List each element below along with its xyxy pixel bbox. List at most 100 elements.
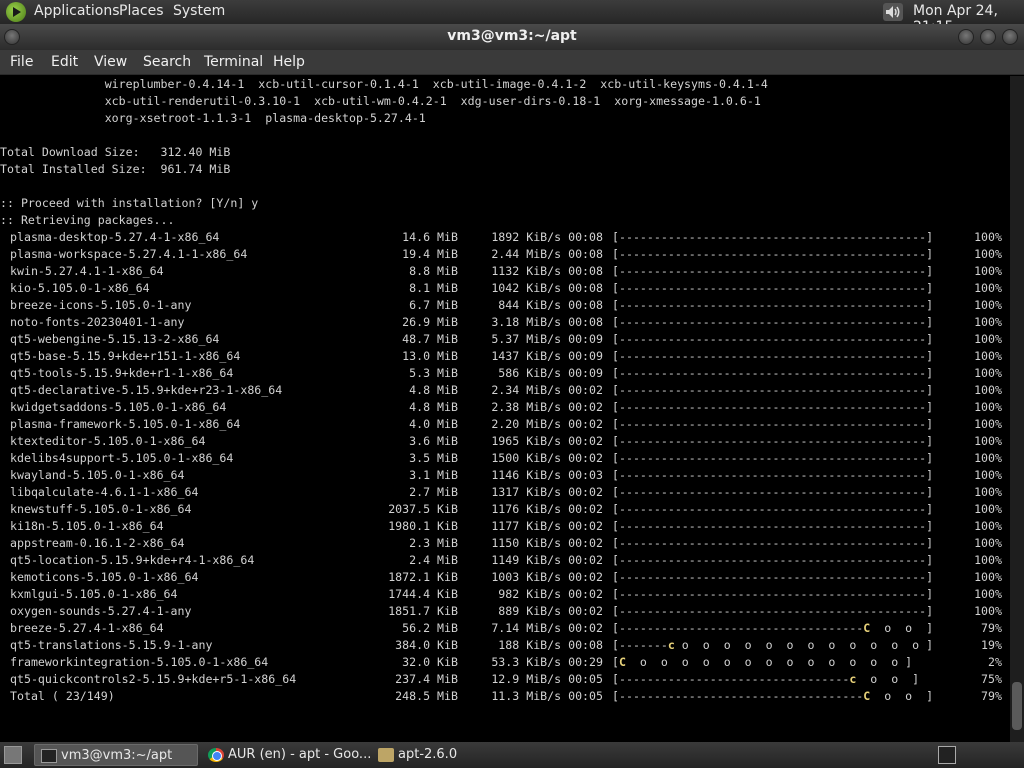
- close-button[interactable]: [1002, 29, 1018, 45]
- package-size: 237.4 MiB: [395, 672, 458, 686]
- transfer-rate: 1437 KiB/s 00:09: [491, 349, 603, 363]
- package-size: 1851.7 KiB: [388, 604, 458, 618]
- menu-edit[interactable]: Edit: [51, 54, 78, 70]
- applications-menu[interactable]: Applications: [34, 3, 120, 19]
- progress-percent: 100%: [974, 281, 1002, 295]
- progress-percent: 100%: [974, 604, 1002, 618]
- package-size: 384.0 KiB: [395, 638, 458, 652]
- minimize-button[interactable]: [958, 29, 974, 45]
- progress-bar: [-----------------------------------C o …: [612, 688, 933, 705]
- transfer-rate: 1176 KiB/s 00:02: [491, 502, 603, 516]
- bar-remaining: o o o o o o o o o o o o o ]: [625, 655, 913, 669]
- bar-done: [-----------------------------------: [612, 621, 864, 635]
- progress-percent: 100%: [974, 451, 1002, 465]
- progress-bar: [---------------------------------------…: [612, 553, 934, 567]
- terminal-line: :: Retrieving packages...: [0, 213, 175, 227]
- terminal-line: Total Installed Size: 961.74 MiB: [0, 162, 231, 176]
- package-size: 48.7 MiB: [402, 332, 458, 346]
- progress-bar: [---------------------------------------…: [612, 366, 934, 380]
- transfer-rate: 1317 KiB/s 00:02: [491, 485, 603, 499]
- transfer-rate: 2.34 MiB/s 00:02: [491, 383, 603, 397]
- terminal-scrollbar[interactable]: [1010, 76, 1024, 742]
- places-menu[interactable]: Places: [119, 3, 164, 19]
- package-size: 1980.1 KiB: [388, 519, 458, 533]
- transfer-rate: 1003 KiB/s 00:02: [491, 570, 603, 584]
- package-size: 56.2 MiB: [402, 621, 458, 635]
- transfer-rate: 1042 KiB/s 00:08: [491, 281, 603, 295]
- package-size: 4.0 MiB: [409, 417, 458, 431]
- terminal-line: :: Proceed with installation? [Y/n] y: [0, 196, 259, 210]
- package-size: 26.9 MiB: [402, 315, 458, 329]
- window-titlebar[interactable]: vm3@vm3:~/apt: [0, 24, 1024, 50]
- menu-search[interactable]: Search: [143, 54, 191, 70]
- task-file-manager[interactable]: apt-2.6.0: [372, 744, 532, 766]
- progress-percent: 100%: [974, 519, 1002, 533]
- terminal-output[interactable]: wireplumber-0.4.14-1 xcb-util-cursor-0.1…: [0, 76, 1010, 742]
- progress-percent: 100%: [974, 587, 1002, 601]
- terminal-icon: [41, 749, 57, 763]
- menu-help[interactable]: Help: [273, 54, 305, 70]
- package-size: 2.7 MiB: [409, 485, 458, 499]
- progress-bar: [---------------------------------------…: [612, 434, 934, 448]
- progress-percent: 100%: [974, 400, 1002, 414]
- volume-icon[interactable]: [882, 2, 904, 22]
- menu-file[interactable]: File: [10, 54, 33, 70]
- task-terminal[interactable]: vm3@vm3:~/apt: [34, 744, 198, 766]
- maximize-button[interactable]: [980, 29, 996, 45]
- bar-remaining: o o ]: [870, 689, 934, 703]
- progress-bar: [---------------------------------------…: [612, 332, 934, 346]
- transfer-rate: 1177 KiB/s 00:02: [491, 519, 603, 533]
- progress-bar: [---------------------------------------…: [612, 519, 934, 533]
- progress-bar: [---------------------------------------…: [612, 604, 934, 618]
- transfer-rate: 7.14 MiB/s 00:02: [491, 621, 603, 635]
- transfer-rate: 1965 KiB/s 00:02: [491, 434, 603, 448]
- progress-percent: 100%: [974, 230, 1002, 244]
- progress-percent: 100%: [974, 315, 1002, 329]
- progress-bar: [---------------------------------c o o …: [612, 671, 919, 688]
- distro-logo-icon[interactable]: [6, 2, 26, 22]
- terminal-tray-icon[interactable]: [938, 746, 956, 764]
- menu-view[interactable]: View: [94, 54, 127, 70]
- progress-bar: [---------------------------------------…: [612, 587, 934, 601]
- progress-percent: 100%: [974, 383, 1002, 397]
- progress-bar: [---------------------------------------…: [612, 417, 934, 431]
- package-size: 4.8 MiB: [409, 400, 458, 414]
- terminal-line: wireplumber-0.4.14-1 xcb-util-cursor-0.1…: [0, 77, 768, 91]
- menu-terminal[interactable]: Terminal: [204, 54, 263, 70]
- scrollbar-thumb[interactable]: [1012, 682, 1022, 730]
- progress-bar: [---------------------------------------…: [612, 536, 934, 550]
- progress-percent: 79%: [981, 689, 1002, 703]
- transfer-rate: 982 KiB/s 00:02: [498, 587, 603, 601]
- top-panel: Applications Places System Mon Apr 24, 2…: [0, 0, 1024, 35]
- progress-bar: [-------c o o o o o o o o o o o o ]: [612, 637, 933, 654]
- progress-bar: [---------------------------------------…: [612, 230, 934, 244]
- system-menu[interactable]: System: [173, 3, 225, 19]
- progress-bar: [---------------------------------------…: [612, 485, 934, 499]
- bar-done: [: [612, 655, 619, 669]
- progress-bar: [---------------------------------------…: [612, 264, 934, 278]
- package-size: 14.6 MiB: [402, 230, 458, 244]
- package-size: 248.5 MiB: [395, 689, 458, 703]
- transfer-rate: 2.20 MiB/s 00:02: [491, 417, 603, 431]
- progress-percent: 100%: [974, 332, 1002, 346]
- package-size: 32.0 KiB: [402, 655, 458, 669]
- progress-percent: 100%: [974, 553, 1002, 567]
- transfer-rate: 1150 KiB/s 00:02: [491, 536, 603, 550]
- bar-done: [---------------------------------: [612, 672, 850, 686]
- bar-remaining: o o ]: [870, 621, 934, 635]
- task-label: apt-2.6.0: [398, 747, 458, 762]
- progress-percent: 100%: [974, 502, 1002, 516]
- bar-remaining: o o o o o o o o o o o o ]: [674, 638, 934, 652]
- task-browser[interactable]: AUR (en) - apt - Goo...: [202, 744, 371, 766]
- transfer-rate: 1892 KiB/s 00:08: [491, 230, 603, 244]
- progress-percent: 100%: [974, 264, 1002, 278]
- transfer-rate: 3.18 MiB/s 00:08: [491, 315, 603, 329]
- progress-bar: [---------------------------------------…: [612, 383, 934, 397]
- transfer-rate: 11.3 MiB/s 00:05: [491, 689, 603, 703]
- package-size: 2.4 MiB: [409, 553, 458, 567]
- terminal-line: xcb-util-renderutil-0.3.10-1 xcb-util-wm…: [0, 94, 761, 108]
- progress-percent: 19%: [981, 638, 1002, 652]
- show-desktop-icon[interactable]: [4, 746, 22, 764]
- transfer-rate: 1132 KiB/s 00:08: [491, 264, 603, 278]
- progress-bar: [---------------------------------------…: [612, 247, 934, 261]
